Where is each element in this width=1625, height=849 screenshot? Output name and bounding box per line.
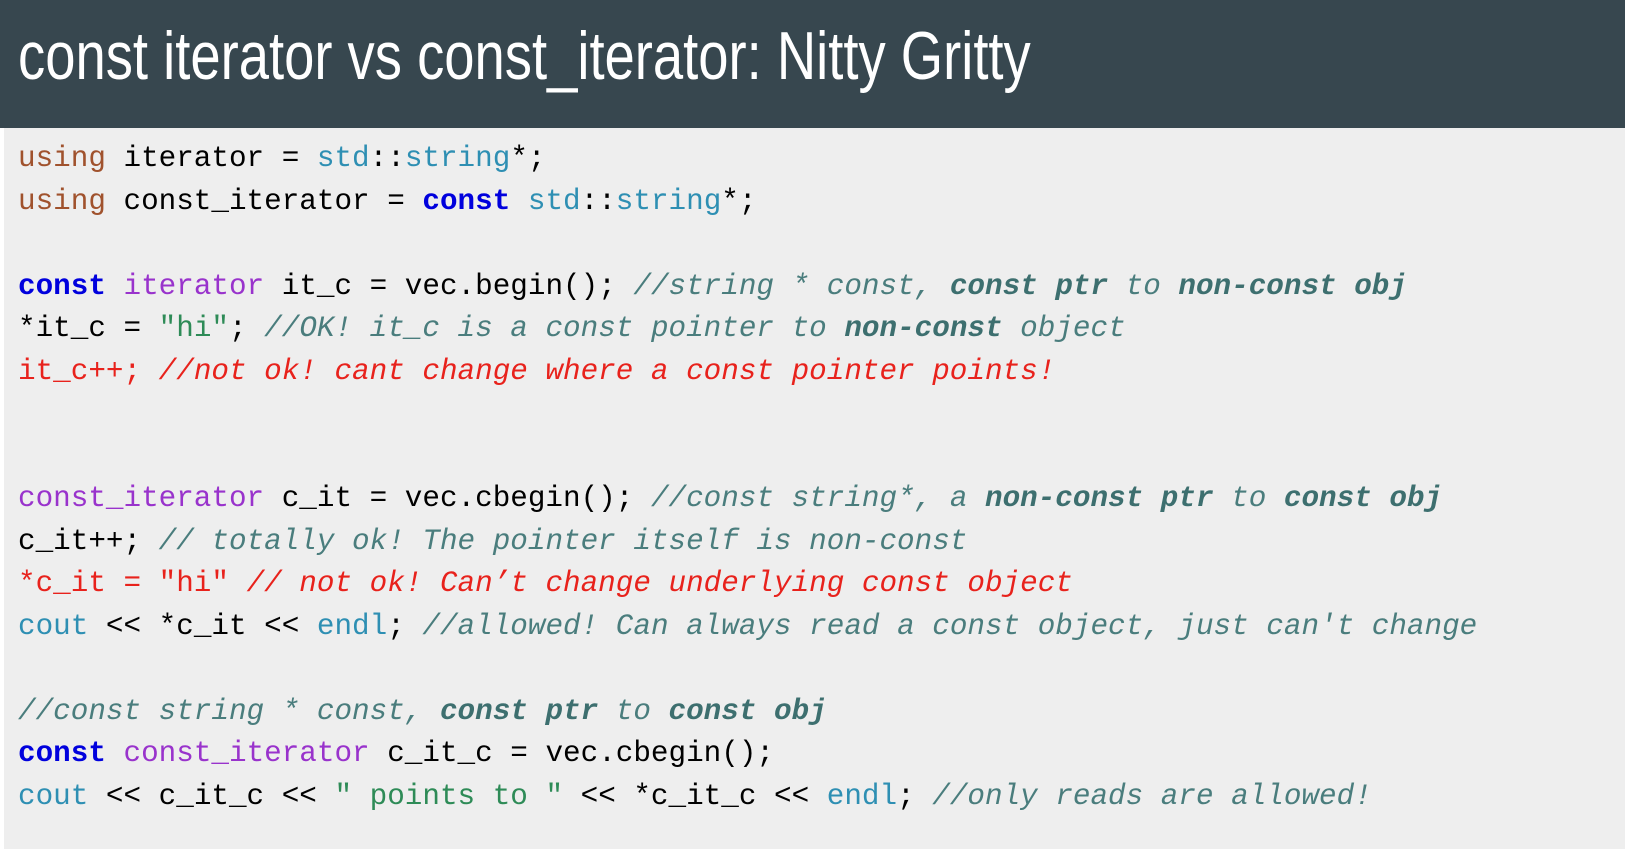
code-token: // totally ok! The pointer itself is non… bbox=[158, 524, 968, 558]
code-line: const_iterator c_it = vec.cbegin(); //co… bbox=[18, 477, 1442, 521]
code-token: *it_c = bbox=[18, 312, 159, 345]
code-token: << *c_it << bbox=[88, 609, 317, 643]
code-token: const bbox=[18, 269, 106, 303]
code-token: //string * const, bbox=[633, 269, 950, 303]
code-token: const_iterator bbox=[123, 737, 370, 770]
code-token: //const string * const, bbox=[18, 694, 440, 728]
code-token: to bbox=[598, 694, 669, 728]
code-line: *it_c = "hi"; //OK! it_c is a const poin… bbox=[18, 307, 1126, 351]
code-token: const_iterator bbox=[18, 482, 265, 515]
code-token: const ptr bbox=[439, 694, 599, 728]
code-token: // not ok! Can’t change underlying const… bbox=[246, 567, 1073, 600]
code-token: const bbox=[18, 737, 106, 770]
code-token: endl bbox=[826, 779, 898, 813]
code-token: //OK! it_c is a const pointer to bbox=[264, 312, 845, 345]
code-token: *c_it = "hi" bbox=[18, 567, 247, 600]
code-token: cout bbox=[18, 609, 89, 643]
code-panel: using iterator = std::string*; using cons… bbox=[4, 128, 1625, 849]
code-token: iterator = bbox=[105, 142, 317, 175]
code-token: string bbox=[404, 142, 511, 175]
code-token: std bbox=[527, 184, 581, 218]
code-token: using bbox=[18, 142, 106, 175]
code-token: cout bbox=[18, 779, 89, 813]
code-token: to bbox=[1108, 269, 1179, 303]
code-token: ; bbox=[387, 609, 423, 643]
code-token: const ptr bbox=[949, 269, 1109, 303]
code-token: *; bbox=[510, 142, 546, 175]
code-token: string bbox=[615, 184, 722, 218]
code-token: ; bbox=[897, 779, 933, 813]
code-token: const obj bbox=[1283, 482, 1443, 515]
code-token: non-const ptr bbox=[984, 482, 1214, 515]
code-token: c_it = vec.cbegin(); bbox=[264, 482, 651, 515]
code-token: //allowed! Can always read a const objec… bbox=[422, 609, 1478, 643]
code-token: :: bbox=[580, 184, 616, 218]
slide-title: const iterator vs const_iterator: Nitty … bbox=[18, 18, 1031, 94]
code-token: c_it++; bbox=[18, 524, 159, 558]
code-token: //const string*, a bbox=[650, 482, 985, 515]
code-token: iterator bbox=[123, 269, 265, 303]
code-line: const const_iterator c_it_c = vec.cbegin… bbox=[18, 732, 774, 776]
code-token: :: bbox=[369, 142, 405, 175]
code-token: const_iterator = bbox=[105, 184, 423, 218]
code-line: using const_iterator = const std::string… bbox=[18, 180, 756, 224]
code-token: " points to " bbox=[334, 779, 564, 813]
code-token: using bbox=[18, 184, 106, 218]
code-line: cout << *c_it << endl; //allowed! Can al… bbox=[18, 605, 1477, 649]
code-token: endl bbox=[316, 609, 388, 643]
code-token: const bbox=[422, 184, 511, 218]
code-token: it_c = vec.begin(); bbox=[264, 269, 634, 303]
code-token: to bbox=[1213, 482, 1284, 515]
code-token: ; bbox=[228, 312, 265, 345]
code-token: non-const bbox=[844, 312, 1003, 345]
code-token: << *c_it_c << bbox=[563, 779, 827, 813]
code-token: const obj bbox=[668, 694, 827, 728]
code-line: using iterator = std::string*; bbox=[18, 137, 545, 181]
code-token: //only reads are allowed! bbox=[932, 779, 1372, 813]
code-token: std bbox=[316, 142, 370, 175]
code-token: object bbox=[1002, 312, 1126, 345]
code-token: //not ok! cant change where a const poin… bbox=[158, 354, 1056, 388]
code-token: it_c++; bbox=[18, 354, 159, 388]
title-bar: const iterator vs const_iterator: Nitty … bbox=[0, 0, 1625, 128]
code-line: cout << c_it_c << " points to " << *c_it… bbox=[18, 775, 1372, 819]
code-line: //const string * const, const ptr to con… bbox=[18, 690, 827, 734]
code-token: non-const obj bbox=[1178, 269, 1407, 303]
code-line: *c_it = "hi" // not ok! Can’t change und… bbox=[18, 562, 1073, 606]
code-token: << c_it_c << bbox=[88, 779, 335, 813]
code-line: it_c++; //not ok! cant change where a co… bbox=[18, 350, 1055, 394]
code-token: *; bbox=[721, 184, 757, 218]
code-line: c_it++; // totally ok! The pointer itsel… bbox=[18, 520, 967, 564]
code-token: c_it_c = vec.cbegin(); bbox=[369, 737, 775, 770]
code-line: const iterator it_c = vec.begin(); //str… bbox=[18, 265, 1407, 309]
code-token: "hi" bbox=[158, 312, 229, 345]
